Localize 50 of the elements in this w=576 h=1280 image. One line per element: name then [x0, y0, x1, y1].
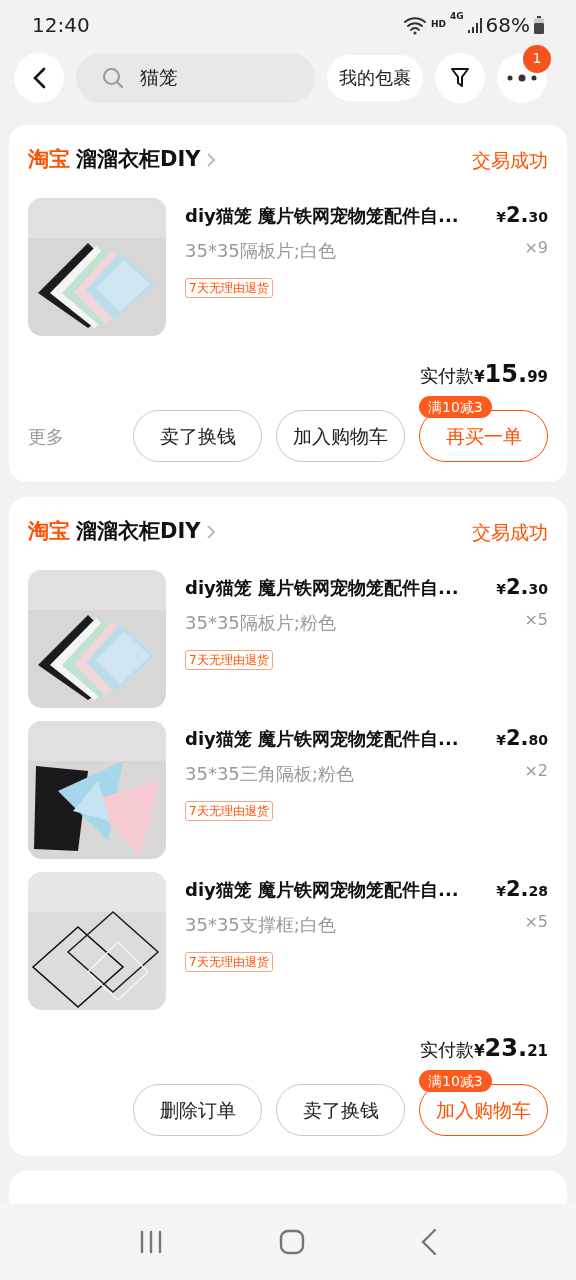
- signal-label: 4G: [449, 10, 464, 23]
- total-amount: ¥23.21: [474, 1033, 548, 1064]
- platform-logo: 淘宝: [28, 146, 70, 174]
- total-label: 实付款: [420, 1038, 475, 1062]
- order-status: 交易成功: [472, 519, 548, 545]
- search-icon: [102, 66, 124, 89]
- more-icon: [507, 73, 537, 82]
- product-title[interactable]: diy猫笼 魔片铁网宠物笼配件自...: [185, 725, 459, 752]
- promo-badge: 满10减3: [419, 396, 492, 418]
- total-amount: ¥15.99: [474, 359, 548, 390]
- return-tag: 7天无理由退货: [185, 801, 273, 821]
- unit-price: ¥2.30: [496, 202, 548, 229]
- quantity: ×5: [524, 608, 548, 631]
- return-tag: 7天无理由退货: [185, 278, 273, 298]
- product-spec: 35*35三角隔板;粉色: [185, 762, 354, 786]
- return-tag: 7天无理由退货: [185, 650, 273, 670]
- notification-badge: 1: [523, 44, 551, 73]
- signal-icon: [467, 16, 482, 34]
- total-label: 实付款: [420, 364, 475, 388]
- product-spec: 35*35隔板片;白色: [185, 239, 336, 263]
- network-label: HD: [430, 18, 446, 32]
- quantity: ×2: [524, 759, 548, 782]
- product-spec: 35*35支撑框;白色: [185, 913, 336, 937]
- product-title[interactable]: diy猫笼 魔片铁网宠物笼配件自...: [185, 574, 459, 601]
- return-tag: 7天无理由退货: [185, 952, 273, 972]
- unit-price: ¥2.30: [496, 574, 548, 601]
- product-title[interactable]: diy猫笼 魔片铁网宠物笼配件自...: [185, 202, 459, 229]
- package-button[interactable]: 我的包裹: [327, 54, 423, 101]
- shop-name[interactable]: 溜溜衣柜DIY: [76, 516, 201, 548]
- back-icon[interactable]: [420, 1228, 439, 1256]
- unit-price: ¥2.80: [496, 725, 548, 752]
- wifi-icon: [402, 15, 427, 35]
- unit-price: ¥2.28: [496, 876, 548, 903]
- home-icon[interactable]: [279, 1229, 305, 1255]
- clock-time: 12:40: [32, 12, 90, 39]
- filter-button[interactable]: [435, 52, 485, 103]
- battery-percent: 68%: [485, 12, 530, 39]
- shop-name[interactable]: 溜溜衣柜DIY: [76, 144, 201, 176]
- promo-badge: 满10减3: [419, 1070, 492, 1092]
- product-title[interactable]: diy猫笼 魔片铁网宠物笼配件自...: [185, 876, 459, 903]
- quantity: ×5: [524, 910, 548, 933]
- filter-icon: [450, 66, 470, 89]
- search-field[interactable]: 猫笼: [76, 52, 315, 103]
- quantity: ×9: [524, 236, 548, 259]
- platform-logo: 淘宝: [28, 518, 70, 546]
- product-spec: 35*35隔板片;粉色: [185, 611, 336, 635]
- back-button[interactable]: [14, 52, 64, 103]
- order-status: 交易成功: [472, 147, 548, 173]
- battery-icon: [534, 16, 544, 34]
- back-icon: [32, 66, 46, 89]
